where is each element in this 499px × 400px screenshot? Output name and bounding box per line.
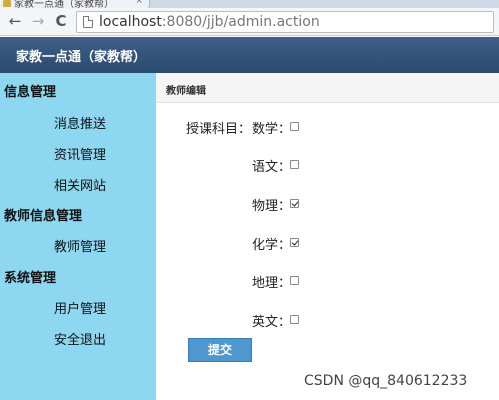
page-title: 教师编辑 (166, 86, 206, 97)
app-header: 家教一点通（家教帮） (0, 37, 499, 73)
subject-checkbox-chemistry[interactable] (290, 238, 299, 247)
sidebar-item-related-sites[interactable]: 相关网站 (54, 175, 106, 194)
main-content: 教师编辑 授课科目： 数学： 语文： 物理： 化学： 地理： 英文： 提交 (156, 73, 499, 400)
subject-checkbox-chinese[interactable] (290, 160, 299, 169)
reload-icon[interactable]: C (52, 11, 70, 31)
sidebar-item-news[interactable]: 资讯管理 (54, 144, 106, 163)
page-icon (83, 16, 93, 28)
sidebar: 信息管理 消息推送 资讯管理 相关网站 教师信息管理 教师管理 系统管理 用户管… (0, 73, 156, 400)
sidebar-group-info[interactable]: 信息管理 (4, 81, 56, 100)
tab-close-icon[interactable]: × (135, 0, 143, 6)
browser-tab-title: 家教一点通（家教帮） (14, 0, 114, 8)
browser-tab[interactable]: 家教一点通（家教帮） × (0, 0, 150, 8)
sidebar-group-teacher[interactable]: 教师信息管理 (4, 205, 82, 224)
subject-checkbox-english[interactable] (290, 315, 299, 324)
sidebar-item-logout[interactable]: 安全退出 (54, 329, 106, 348)
sidebar-item-teacher-management[interactable]: 教师管理 (54, 236, 106, 255)
url-host: localhost (99, 14, 162, 30)
address-bar[interactable]: localhost:8080/jjb/admin.action (76, 11, 494, 33)
subject-checkbox-math[interactable] (290, 122, 299, 131)
subject-label-physics: 物理： (252, 199, 292, 214)
subject-label-english: 英文： (252, 315, 292, 330)
url-text: localhost:8080/jjb/admin.action (99, 14, 320, 30)
sidebar-item-message-push[interactable]: 消息推送 (54, 113, 106, 132)
subject-label-chemistry: 化学： (252, 238, 292, 253)
subject-checkbox-geography[interactable] (290, 276, 299, 285)
back-arrow-icon[interactable]: ← (6, 11, 24, 31)
browser-toolbar: ← → C localhost:8080/jjb/admin.action (0, 8, 499, 36)
favicon-icon (3, 0, 11, 7)
subject-label-geography: 地理： (252, 276, 292, 291)
sidebar-group-system[interactable]: 系统管理 (4, 267, 56, 286)
sidebar-item-user-management[interactable]: 用户管理 (54, 298, 106, 317)
submit-button[interactable]: 提交 (188, 338, 252, 362)
forward-arrow-icon[interactable]: → (29, 11, 47, 31)
subjects-field-label: 授课科目： (186, 122, 252, 137)
app-title: 家教一点通（家教帮） (16, 50, 147, 65)
url-path: :8080/jjb/admin.action (161, 14, 320, 30)
subject-label-chinese: 语文： (252, 160, 292, 175)
subject-label-math: 数学： (252, 122, 292, 137)
watermark: CSDN @qq_840612233 (304, 373, 468, 389)
subject-checkbox-physics[interactable] (290, 199, 299, 208)
content-header: 教师编辑 (156, 73, 499, 103)
browser-tab-strip: 家教一点通（家教帮） × (0, 0, 499, 8)
